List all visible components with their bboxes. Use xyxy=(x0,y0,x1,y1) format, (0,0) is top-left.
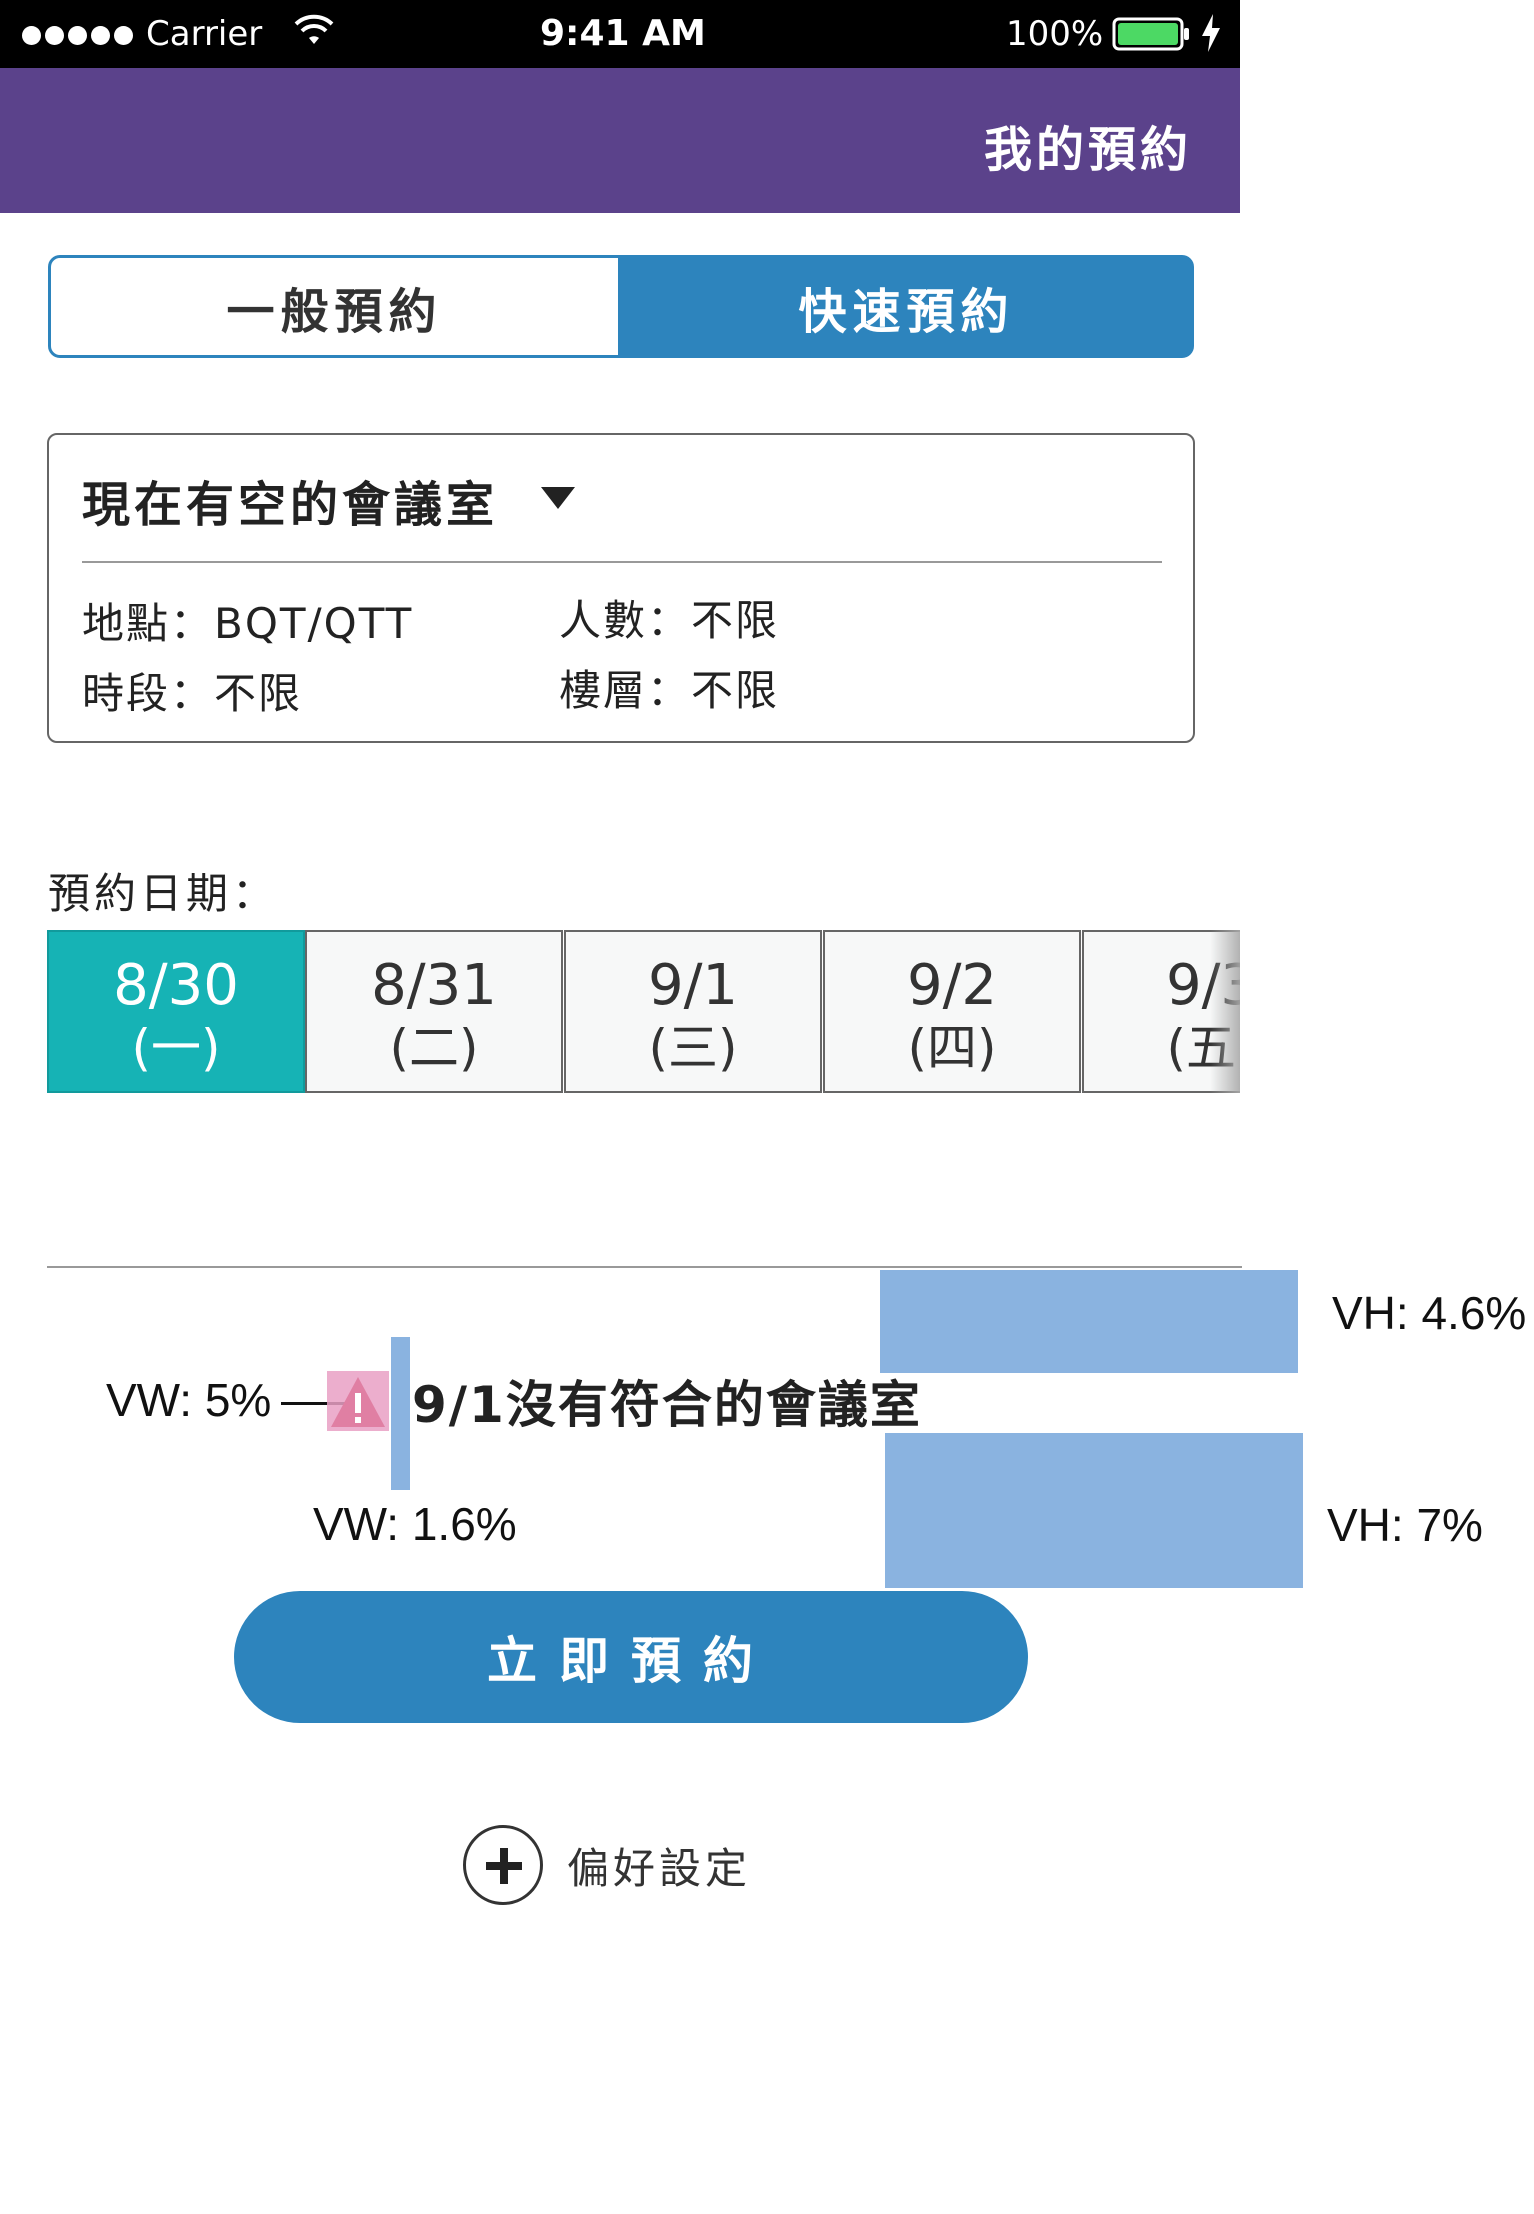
filter-location: 地點：BQT/QTT xyxy=(82,599,414,648)
scroll-fade xyxy=(1210,930,1240,1093)
annotation-vw1: VW: 5% xyxy=(106,1374,272,1426)
wifi-icon xyxy=(294,14,334,44)
divider xyxy=(47,1266,1242,1268)
filter-card[interactable]: 現在有空的會議室 地點：BQT/QTT 人數：不限 時段：不限 樓層：不限 xyxy=(47,433,1195,743)
date-cell-weekday: (二) xyxy=(389,1019,479,1077)
filter-dropdown-title[interactable]: 現在有空的會議室 xyxy=(82,465,498,535)
date-cell-date: 8/31 xyxy=(371,953,497,1018)
no-match-message: 9/1沒有符合的會議室 xyxy=(412,1376,922,1434)
date-cell[interactable]: 8/31 (二) xyxy=(305,930,563,1093)
warning-icon xyxy=(327,1371,389,1431)
signal-dots xyxy=(22,10,137,58)
caret-down-icon[interactable] xyxy=(541,487,575,509)
annotation-bar-vh1 xyxy=(880,1270,1298,1373)
annotation-vh2: VH: 7% xyxy=(1327,1499,1483,1551)
charging-bolt-icon xyxy=(1202,14,1220,52)
preferences-label[interactable]: 偏好設定 xyxy=(567,1835,751,1896)
filter-timeslot: 時段：不限 xyxy=(82,669,303,718)
date-cell-date: 8/30 xyxy=(113,953,239,1018)
date-label: 預約日期： xyxy=(48,869,279,918)
date-cell-weekday: (四) xyxy=(907,1019,997,1077)
date-picker-strip[interactable]: 8/30 (一) 8/31 (二) 9/1 (三) 9/2 (四) 9/3 (五… xyxy=(47,930,1240,1095)
date-cell[interactable]: 8/30 (一) xyxy=(47,930,305,1093)
page-title: 我的預約 xyxy=(983,122,1192,178)
date-cell[interactable]: 9/1 (三) xyxy=(564,930,822,1093)
battery-icon xyxy=(1112,17,1189,51)
annotation-bar-vh2 xyxy=(885,1433,1303,1588)
date-cell-weekday: (一) xyxy=(131,1019,221,1077)
date-cell-date: 9/1 xyxy=(647,953,739,1018)
filter-people: 人數：不限 xyxy=(559,596,780,645)
plus-circle-icon[interactable] xyxy=(463,1825,543,1905)
battery-percent: 100% xyxy=(1006,14,1104,54)
annotation-vh1: VH: 4.6% xyxy=(1332,1287,1527,1339)
app-header: 我的預約 xyxy=(0,68,1240,213)
book-now-button[interactable]: 立即預約 xyxy=(234,1591,1028,1723)
carrier-label: Carrier xyxy=(146,14,263,54)
annotation-vw2: VW: 1.6% xyxy=(313,1498,517,1550)
divider xyxy=(82,561,1162,563)
date-cell-date: 9/2 xyxy=(906,953,998,1018)
preferences-link[interactable]: 偏好設定 xyxy=(463,1822,751,1908)
tab-quick-booking[interactable]: 快速預約 xyxy=(619,255,1194,358)
tab-general-booking[interactable]: 一般預約 xyxy=(48,255,621,358)
filter-floor: 樓層：不限 xyxy=(559,666,780,715)
annotation-bar-vw2 xyxy=(391,1337,410,1490)
status-bar: Carrier 9:41 AM 100% xyxy=(0,0,1240,68)
date-cell-weekday: (三) xyxy=(648,1019,738,1077)
date-cell[interactable]: 9/2 (四) xyxy=(823,930,1081,1093)
clock: 9:41 AM xyxy=(540,13,706,54)
